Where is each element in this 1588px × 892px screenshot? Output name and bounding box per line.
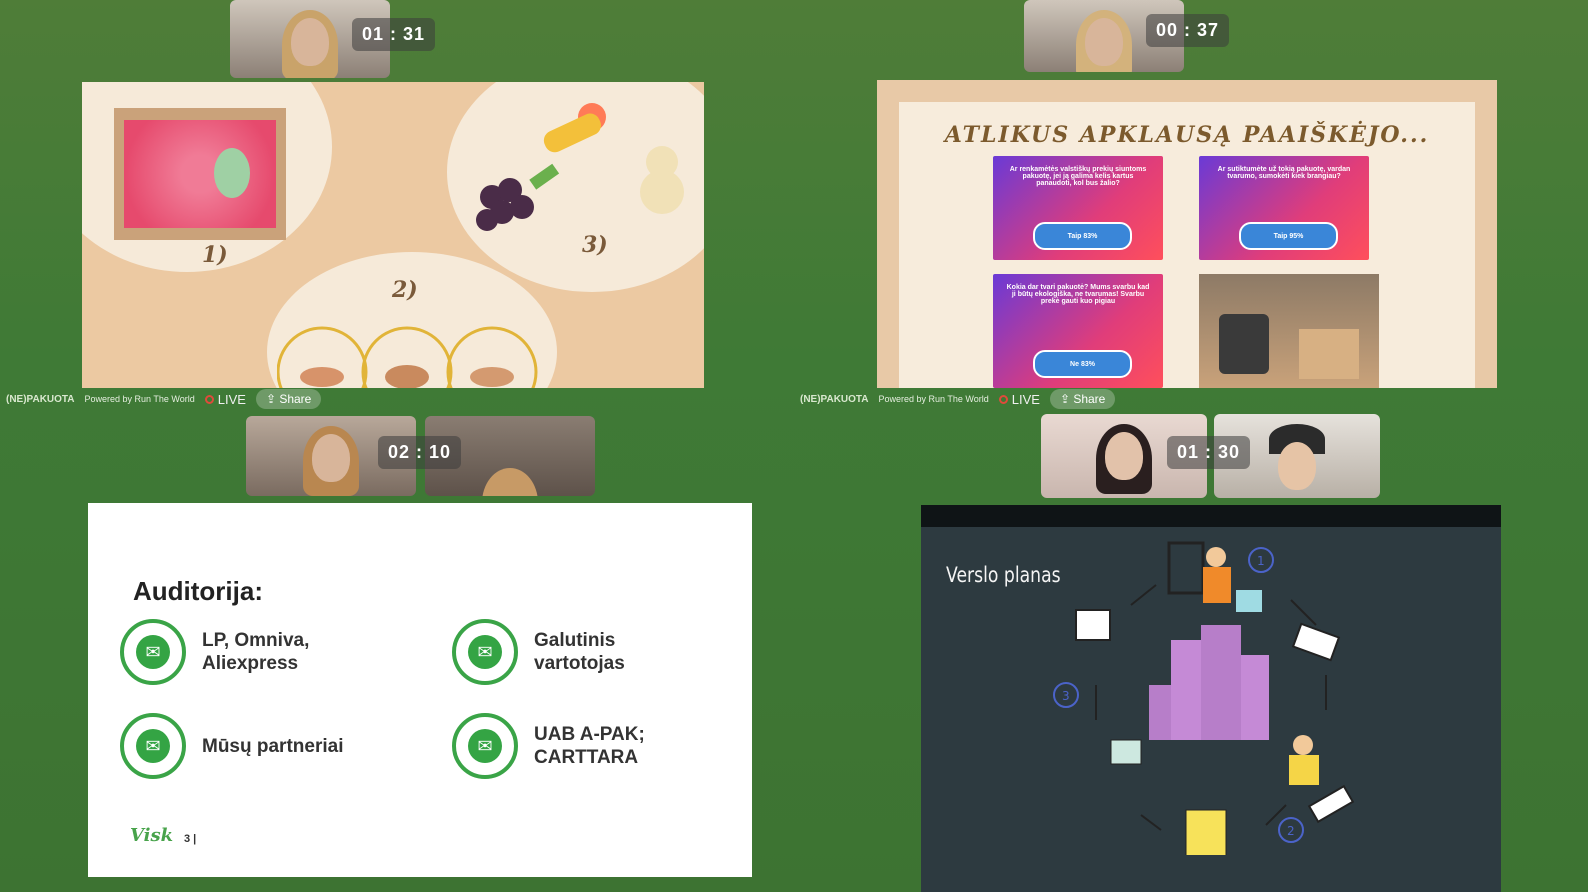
option-label: 2)	[392, 277, 418, 303]
audience-label: Galutinis vartotojas	[534, 630, 625, 674]
poll-card: Ar sutiktumėte už tokią pakuotę, vardan …	[1199, 156, 1369, 260]
business-cycle-illustration: 1 2 3	[1053, 541, 1355, 855]
audience-label: LP, Omniva, Aliexpress	[202, 630, 310, 674]
event-header: (NE)PAKUOTA Powered by Run The World LIV…	[0, 388, 322, 410]
panel-bottom-right: (NE)PAKUOTA Powered by Run The World LIV…	[794, 388, 1588, 892]
slide-packaging-examples: 1) 2) 3)	[82, 82, 704, 388]
participant-hair	[482, 468, 538, 496]
poll-card: Kokia dar tvari pakuotė? Mums svarbu kad…	[993, 274, 1163, 388]
share-label: Share	[279, 392, 312, 406]
share-label: Share	[1073, 392, 1106, 406]
share-button[interactable]: ⇪ Share	[255, 389, 322, 409]
live-dot-icon	[998, 394, 1008, 404]
slide-top-strip	[921, 505, 1501, 527]
envelope-icon: ✉	[468, 729, 502, 763]
poll-card: Ar renkamėtės valstiškų prekių siuntoms …	[993, 156, 1163, 260]
live-indicator: LIVE	[204, 391, 246, 407]
recycle-ring-icon: ✉	[452, 619, 518, 685]
participant-face	[1105, 432, 1143, 480]
audience-label: Mūsų partneriai	[202, 735, 344, 757]
slide-title: ATLIKUS APKLAUSĄ PAAIŠKĖJO...	[944, 122, 1430, 148]
option-label: 1)	[202, 242, 228, 268]
poll-question: Kokia dar tvari pakuotė? Mums svarbu kad…	[1006, 284, 1150, 305]
live-indicator: LIVE	[998, 391, 1040, 407]
participant-face	[291, 18, 329, 66]
warehouse-photo	[1199, 274, 1379, 388]
event-header: (NE)PAKUOTA Powered by Run The World LIV…	[800, 388, 1116, 410]
event-subtitle: Powered by Run The World	[878, 394, 989, 404]
slide-title: Auditorija:	[133, 576, 263, 606]
event-logo: (NE)PAKUOTA	[800, 393, 869, 405]
participant-face	[312, 434, 350, 482]
participant-face	[1085, 18, 1123, 66]
recycle-ring-icon: ✉	[120, 713, 186, 779]
panel-top-right: 00 : 37 ATLIKUS APKLAUSĄ PAAIŠKĖJO... Ar…	[794, 0, 1588, 388]
audience-item: ✉ LP, Omniva, Aliexpress	[120, 619, 352, 685]
countdown-timer: 01 : 30	[1167, 436, 1251, 469]
countdown-timer: 00 : 37	[1146, 14, 1230, 47]
poll-answer: Taip 95%	[1239, 222, 1338, 250]
audience-item: ✉ Mūsų partneriai	[120, 713, 352, 779]
poll-answer: Taip 83%	[1033, 222, 1132, 250]
slide-inner: ATLIKUS APKLAUSĄ PAAIŠKĖJO... Ar renkamė…	[899, 102, 1475, 388]
slide-business-plan: Verslo planas 1 2 3	[921, 505, 1501, 892]
visk-logo: Visk	[130, 825, 174, 846]
countdown-timer: 01 : 31	[352, 18, 436, 51]
step-number: 3	[1062, 689, 1070, 703]
recycle-ring-icon: ✉	[452, 713, 518, 779]
toy-shapes-image	[476, 103, 684, 231]
poll-question: Ar sutiktumėte už tokią pakuotę, vardan …	[1217, 166, 1351, 180]
envelope-icon: ✉	[136, 729, 170, 763]
poll-answer: Ne 83%	[1033, 350, 1132, 378]
box-image	[114, 108, 286, 240]
audience-item: ✉ UAB A-PAK; CARTTARA	[452, 713, 684, 779]
live-label: LIVE	[1011, 391, 1040, 407]
panel-top-left: 01 : 31 1) 2) 3)	[0, 0, 794, 388]
page-number: 3 |	[184, 833, 197, 845]
step-number: 1	[1257, 554, 1265, 568]
audience-item: ✉ Galutinis vartotojas	[452, 619, 684, 685]
event-logo: (NE)PAKUOTA	[6, 393, 75, 405]
option-label: 3)	[582, 232, 608, 258]
panel-bottom-left: (NE)PAKUOTA Powered by Run The World LIV…	[0, 388, 794, 892]
live-label: LIVE	[217, 391, 246, 407]
audience-label: UAB A-PAK; CARTTARA	[534, 724, 645, 768]
slide-survey-results: ATLIKUS APKLAUSĄ PAAIŠKĖJO... Ar renkamė…	[877, 80, 1497, 388]
recycle-ring-icon: ✉	[120, 619, 186, 685]
share-button[interactable]: ⇪ Share	[1049, 389, 1116, 409]
countdown-timer: 02 : 10	[378, 436, 462, 469]
envelope-icon: ✉	[136, 635, 170, 669]
event-subtitle: Powered by Run The World	[84, 394, 195, 404]
participant-face	[1278, 442, 1316, 490]
step-number: 2	[1287, 824, 1295, 838]
live-dot-icon	[204, 394, 214, 404]
envelope-icon: ✉	[468, 635, 502, 669]
hands-images	[277, 326, 538, 388]
slide-audience: Auditorija: ✉ LP, Omniva, Aliexpress ✉ G…	[88, 503, 752, 877]
poll-question: Ar renkamėtės valstiškų prekių siuntoms …	[1009, 166, 1147, 187]
